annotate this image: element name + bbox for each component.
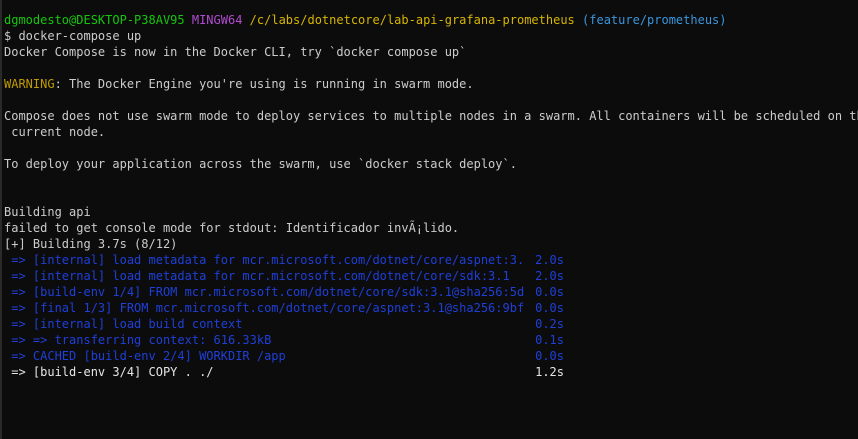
deploy-hint: To deploy your application across the sw…	[4, 157, 517, 171]
build-step-text: => [final 1/3] FROM mcr.microsoft.com/do…	[4, 301, 524, 315]
build-step-row: => [internal] load metadata for mcr.micr…	[4, 268, 854, 284]
build-step-time: 0.1s	[535, 333, 564, 347]
build-step-row: => CACHED [build-env 2/4] WORKDIR /app 0.…	[4, 348, 854, 364]
build-step-time: 0.0s	[535, 301, 564, 315]
prompt-shell: MINGW64	[191, 13, 243, 27]
prompt-branch: (feature/prometheus)	[582, 13, 727, 27]
warning-line: WARNING: The Docker Engine you're using …	[4, 76, 854, 92]
build-step-row: => [build-env 1/4] FROM mcr.microsoft.co…	[4, 284, 854, 300]
build-step-time: 2.0s	[535, 269, 564, 283]
build-step-time: 2.0s	[535, 253, 564, 267]
shell-prompt: dgmodesto@DESKTOP-P38AV95 MINGW64 /c/lab…	[4, 12, 854, 28]
build-step-row: => [final 1/3] FROM mcr.microsoft.com/do…	[4, 300, 854, 316]
build-step-row: => => transferring context: 616.33kB 0.1s	[4, 332, 854, 348]
swarm-notice-line-2: current node.	[4, 125, 106, 139]
command-line: $ docker-compose up	[4, 29, 142, 43]
build-step-time: 0.2s	[535, 317, 564, 331]
build-step-time: 0.0s	[535, 349, 564, 363]
prompt-path: /c/labs/dotnetcore/lab-api-grafana-prome…	[249, 13, 575, 27]
console-error-line: failed to get console mode for stdout: I…	[4, 221, 460, 235]
prompt-user-host: dgmodesto@DESKTOP-P38AV95	[4, 13, 185, 27]
build-step-time: 1.2s	[535, 365, 564, 379]
build-step-text: => CACHED [build-env 2/4] WORKDIR /app	[4, 349, 286, 363]
build-step-row: => [internal] load metadata for mcr.micr…	[4, 252, 854, 268]
build-step-text: => [internal] load build context	[4, 317, 243, 331]
swarm-notice-line-1: Compose does not use swarm mode to deplo…	[4, 109, 858, 123]
build-step-time: 0.0s	[535, 285, 564, 299]
build-step-text: => [build-env 1/4] FROM mcr.microsoft.co…	[4, 285, 524, 299]
build-step-row: => [internal] load build context 0.2s	[4, 316, 854, 332]
compose-hint: Docker Compose is now in the Docker CLI,…	[4, 45, 467, 59]
build-steps-list: => [internal] load metadata for mcr.micr…	[4, 252, 854, 380]
warning-label: WARNING	[4, 77, 55, 91]
build-step-text: => [internal] load metadata for mcr.micr…	[4, 269, 510, 283]
build-step-text: => [build-env 3/4] COPY . ./	[4, 365, 214, 379]
build-step-text: => [internal] load metadata for mcr.micr…	[4, 253, 524, 267]
warning-text: : The Docker Engine you're using is runn…	[54, 77, 474, 91]
building-api-line: Building api	[4, 205, 91, 219]
build-step-text: => => transferring context: 616.33kB	[4, 333, 272, 347]
build-progress-line: [+] Building 3.7s (8/12)	[4, 237, 178, 251]
terminal-window[interactable]: dgmodesto@DESKTOP-P38AV95 MINGW64 /c/lab…	[0, 0, 858, 439]
build-step-row-active: => [build-env 3/4] COPY . ./ 1.2s	[4, 364, 854, 380]
